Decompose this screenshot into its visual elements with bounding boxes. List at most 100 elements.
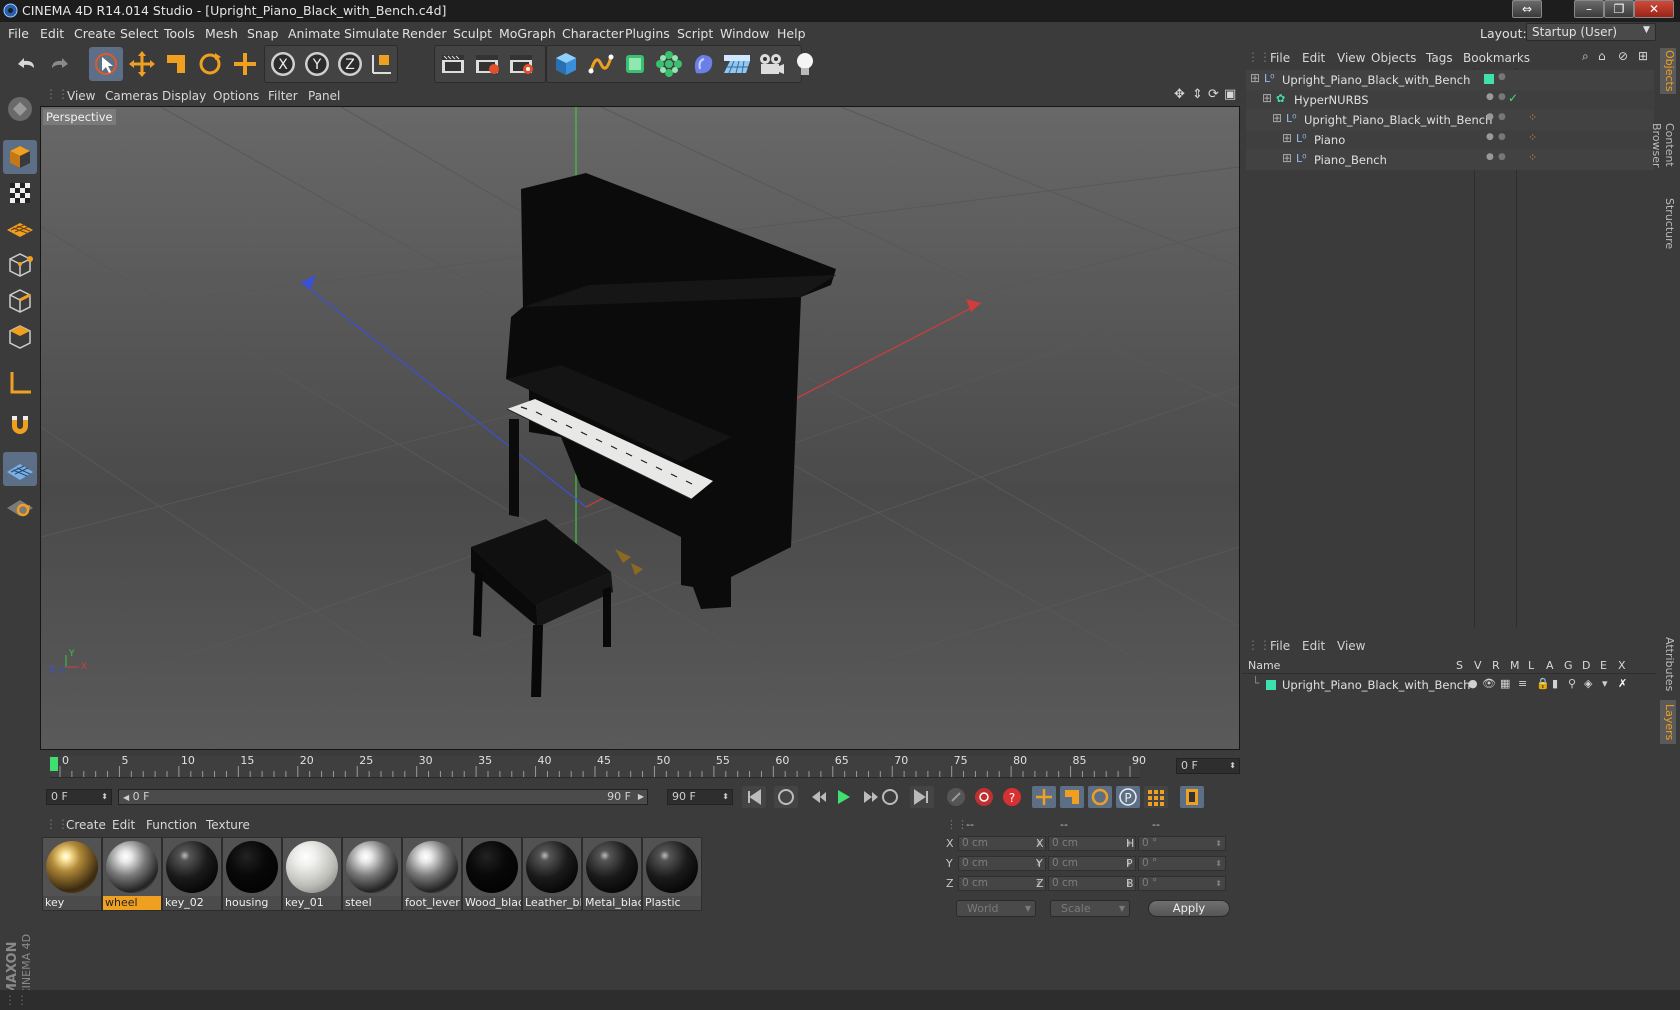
perspective-viewport[interactable]: Perspective Y X Z bbox=[40, 106, 1240, 750]
add-spline-button[interactable] bbox=[584, 47, 618, 81]
coord-field-a-2[interactable]: 0 cm ⬍ bbox=[958, 876, 1046, 891]
object-row[interactable]: ⊞ L⁰ Upright_Piano_Black_with_Bench ● ● ⁘ bbox=[1246, 110, 1654, 130]
om-menu-file[interactable]: File bbox=[1270, 51, 1290, 65]
menu-simulate[interactable]: Simulate bbox=[344, 26, 399, 41]
material-housing[interactable]: housing bbox=[222, 837, 282, 911]
coord-field-b-2[interactable]: 0 cm ⬍ bbox=[1048, 876, 1136, 891]
layer-lock-icon[interactable]: 🔒 bbox=[1536, 677, 1550, 690]
scale-tool[interactable] bbox=[159, 47, 193, 81]
material-steel[interactable]: steel bbox=[342, 837, 402, 911]
tab-layers[interactable]: Layers bbox=[1660, 700, 1676, 744]
material-key[interactable]: key bbox=[42, 837, 102, 911]
menu-edit[interactable]: Edit bbox=[40, 26, 64, 41]
y-axis-lock[interactable]: Y bbox=[300, 47, 334, 81]
render-picture-viewer-button[interactable] bbox=[470, 47, 504, 81]
layer-render-icon[interactable]: ▦ bbox=[1500, 677, 1510, 690]
layer-menu-edit[interactable]: Edit bbox=[1302, 639, 1325, 653]
object-row[interactable]: ⊞ L⁰ Piano_Bench ● ● ⁘ bbox=[1246, 150, 1654, 170]
coord-field-c-1[interactable]: 0 ° ⬍ bbox=[1138, 856, 1226, 871]
timeline-button[interactable] bbox=[1180, 786, 1204, 808]
om-menu-edit[interactable]: Edit bbox=[1302, 51, 1325, 65]
layer-animation-icon[interactable]: ▮ bbox=[1552, 677, 1558, 690]
coord-field-b-1[interactable]: 0 cm ⬍ bbox=[1048, 856, 1136, 871]
menu-render[interactable]: Render bbox=[402, 26, 447, 41]
tab-structure[interactable]: Structure bbox=[1660, 196, 1676, 252]
menu-tools[interactable]: Tools bbox=[164, 26, 195, 41]
record-point-level-button[interactable] bbox=[1144, 786, 1168, 808]
render-visibility-dot[interactable]: ● bbox=[1498, 92, 1506, 102]
add-cube-button[interactable] bbox=[549, 47, 583, 81]
layer-view-icon[interactable]: 👁 bbox=[1482, 677, 1496, 690]
coord-field-b-0[interactable]: 0 cm ⬍ bbox=[1048, 836, 1136, 851]
object-row[interactable]: ⊞ ✿ HyperNURBS ● ● ✓ bbox=[1246, 90, 1654, 110]
coordinate-mode-select[interactable]: World ▼ bbox=[956, 900, 1036, 917]
add-nurbs-button[interactable] bbox=[618, 47, 652, 81]
end-frame-field[interactable]: 90 F ⬍ bbox=[667, 789, 733, 805]
menu-character[interactable]: Character bbox=[562, 26, 624, 41]
render-visibility-dot[interactable]: ● bbox=[1498, 72, 1506, 82]
workplane-button[interactable] bbox=[3, 212, 37, 246]
record-scale-button[interactable] bbox=[1060, 786, 1084, 808]
om-menu-bookmarks[interactable]: Bookmarks bbox=[1463, 51, 1530, 65]
menu-plugins[interactable]: Plugins bbox=[625, 26, 670, 41]
move-tool[interactable] bbox=[125, 47, 159, 81]
tab-objects[interactable]: Objects bbox=[1660, 48, 1676, 94]
viewport-maximize-icon[interactable]: ▣ bbox=[1224, 87, 1236, 102]
snap-grid-button[interactable] bbox=[3, 452, 37, 486]
layer-manager-icon[interactable]: ≡ bbox=[1518, 677, 1527, 690]
minimize-button[interactable]: – bbox=[1574, 0, 1604, 18]
coordinate-system-toggle[interactable] bbox=[365, 47, 399, 81]
material-metal-blac[interactable]: Metal_blac bbox=[582, 837, 642, 911]
current-frame-field[interactable]: 0 F ⬍ bbox=[1176, 758, 1240, 774]
layer-menu-file[interactable]: File bbox=[1270, 639, 1290, 653]
tree-expand-icon[interactable]: ⊞ bbox=[1282, 151, 1292, 165]
menu-create[interactable]: Create bbox=[74, 26, 116, 41]
viewport-menu-view[interactable]: View bbox=[67, 89, 95, 103]
next-frame-button[interactable] bbox=[864, 791, 878, 803]
layer-solo-icon[interactable]: ● bbox=[1468, 677, 1478, 690]
home-icon[interactable]: ⌂ bbox=[1598, 49, 1606, 63]
tree-expand-icon[interactable]: ⊞ bbox=[1262, 91, 1272, 105]
menu-window[interactable]: Window bbox=[720, 26, 769, 41]
editor-visibility-dot[interactable]: ● bbox=[1486, 112, 1494, 122]
material-leather-bla[interactable]: Leather_bla bbox=[522, 837, 582, 911]
texture-tag-icon[interactable]: ⁘ bbox=[1528, 151, 1537, 164]
search-icon[interactable]: ⌕ bbox=[1582, 49, 1589, 64]
magnet-tool[interactable] bbox=[3, 408, 37, 442]
close-button[interactable]: ✕ bbox=[1634, 0, 1674, 18]
layer-color-swatch[interactable] bbox=[1484, 74, 1494, 84]
tree-expand-icon[interactable]: ⊞ bbox=[1282, 131, 1292, 145]
axis-mode-button[interactable] bbox=[3, 366, 37, 400]
render-view-button[interactable] bbox=[436, 47, 470, 81]
viewport-menu-options[interactable]: Options bbox=[213, 89, 259, 103]
tab-attributes[interactable]: Attributes bbox=[1660, 634, 1676, 694]
add-light-button[interactable] bbox=[788, 47, 822, 81]
om-menu-tags[interactable]: Tags bbox=[1426, 51, 1453, 65]
menu-mesh[interactable]: Mesh bbox=[205, 26, 238, 41]
timeline-playhead[interactable] bbox=[50, 757, 58, 771]
viewport-rotate-icon[interactable]: ⟳ bbox=[1208, 87, 1219, 102]
material-foot-lever[interactable]: foot_lever bbox=[402, 837, 462, 911]
layer-color-swatch[interactable] bbox=[1266, 680, 1276, 690]
z-axis-lock[interactable]: Z bbox=[333, 47, 367, 81]
add-camera-button[interactable] bbox=[754, 47, 788, 81]
restore-layout-button[interactable]: ⇔ bbox=[1512, 0, 1542, 18]
locked-workplane-button[interactable] bbox=[3, 488, 37, 522]
layer-row[interactable]: └ Upright_Piano_Black_with_Bench ● 👁 ▦ ≡… bbox=[1246, 676, 1654, 694]
editor-visibility-dot[interactable]: ● bbox=[1486, 92, 1494, 102]
record-keys-button[interactable] bbox=[947, 788, 965, 806]
viewport-pan-icon[interactable]: ✥ bbox=[1174, 87, 1185, 102]
previous-frame-button[interactable] bbox=[812, 791, 826, 803]
add-tool[interactable] bbox=[228, 47, 262, 81]
coord-field-c-0[interactable]: 0 ° ⬍ bbox=[1138, 836, 1226, 851]
viewport-menu-cameras[interactable]: Cameras bbox=[105, 89, 158, 103]
menu-select[interactable]: Select bbox=[120, 26, 159, 41]
menu-help[interactable]: Help bbox=[777, 26, 806, 41]
polygons-mode-button[interactable] bbox=[3, 320, 37, 354]
render-visibility-dot[interactable]: ● bbox=[1498, 152, 1506, 162]
material-menu-create[interactable]: Create bbox=[66, 818, 106, 832]
layer-xref-icon[interactable]: ✗ bbox=[1618, 677, 1627, 690]
material-wheel[interactable]: wheel bbox=[102, 837, 162, 911]
viewport-menu-display[interactable]: Display bbox=[162, 89, 206, 103]
editor-visibility-dot[interactable]: ● bbox=[1486, 132, 1494, 142]
